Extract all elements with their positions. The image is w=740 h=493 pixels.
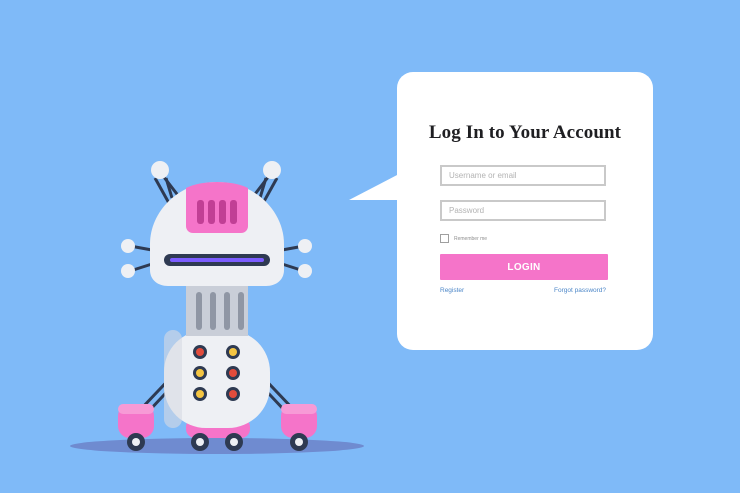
remember-me-label: Remember me bbox=[454, 235, 488, 242]
ear-ball-right-bottom bbox=[298, 264, 312, 278]
antenna-ball-right bbox=[263, 161, 281, 179]
robot-shadow bbox=[70, 438, 364, 454]
login-card: Log In to Your Account Remember me LOGIN… bbox=[397, 72, 653, 350]
remember-me-row[interactable]: Remember me bbox=[440, 234, 487, 243]
remember-me-checkbox[interactable] bbox=[440, 234, 449, 243]
ear-ball-right-top bbox=[298, 239, 312, 253]
login-button[interactable]: LOGIN bbox=[440, 254, 608, 280]
robot-head bbox=[150, 182, 284, 286]
robot-torso bbox=[164, 330, 270, 428]
forgot-password-link[interactable]: Forgot password? bbox=[554, 287, 606, 294]
ear-ball-left-bottom bbox=[121, 264, 135, 278]
username-input[interactable] bbox=[440, 165, 606, 186]
speech-bubble-tail bbox=[349, 174, 399, 200]
antenna-ball-left bbox=[151, 161, 169, 179]
login-title: Log In to Your Account bbox=[428, 122, 622, 143]
password-input[interactable] bbox=[440, 200, 606, 221]
robot-neck bbox=[186, 284, 248, 336]
ear-ball-left-top bbox=[121, 239, 135, 253]
register-link[interactable]: Register bbox=[440, 287, 464, 294]
